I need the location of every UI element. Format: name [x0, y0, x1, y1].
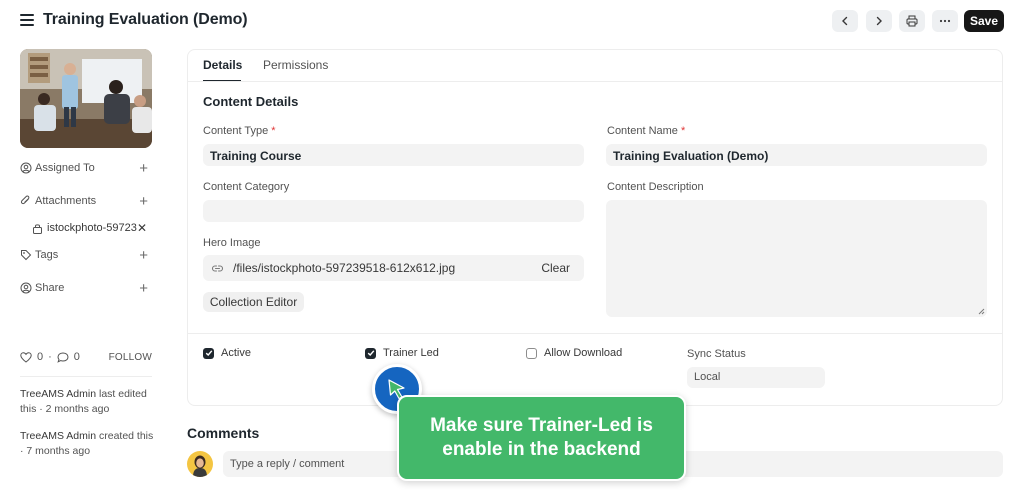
callout-text: Make sure Trainer-Led is enable in the b…	[430, 415, 653, 460]
tab-divider	[188, 81, 1002, 82]
tab-permissions[interactable]: Permissions	[263, 58, 328, 72]
active-checkbox-row[interactable]: Active	[203, 347, 251, 359]
remove-attachment-icon[interactable]: ✕	[137, 221, 147, 235]
content-description-label: Content Description	[607, 181, 704, 193]
more-button[interactable]	[932, 10, 958, 32]
save-button[interactable]: Save	[964, 10, 1004, 32]
trainer-led-checkbox-row[interactable]: Trainer Led	[365, 347, 439, 359]
active-checkbox[interactable]	[203, 347, 214, 359]
add-assignee-icon[interactable]: +	[139, 161, 148, 176]
stats-separator: ·	[48, 351, 52, 363]
hero-image-label: Hero Image	[203, 237, 261, 249]
add-share-icon[interactable]: +	[139, 281, 148, 296]
tags-row[interactable]: Tags +	[20, 246, 152, 264]
share-label: Share	[35, 282, 65, 294]
checkmark-icon	[205, 350, 212, 357]
comment-icon[interactable]	[57, 351, 69, 363]
avatar	[187, 451, 213, 477]
add-attachment-icon[interactable]: +	[139, 194, 148, 209]
likes-count: 0	[37, 351, 44, 363]
collection-editor-button[interactable]: Collection Editor	[203, 292, 304, 312]
activity-user[interactable]: TreeAMS Admin	[20, 430, 96, 442]
user-add-icon	[20, 162, 32, 174]
assigned-to-label: Assigned To	[35, 162, 95, 174]
paperclip-icon	[20, 195, 30, 205]
attachments-label: Attachments	[35, 195, 97, 207]
active-label: Active	[221, 347, 251, 359]
sync-status-label: Sync Status	[687, 348, 746, 360]
hero-image-path[interactable]: /files/istockphoto-597239518-612x612.jpg	[233, 261, 541, 275]
comments-title: Comments	[187, 425, 260, 441]
attachment-filename[interactable]: istockphoto-597239518-612x612.jpg	[47, 222, 137, 234]
sync-status-field: Local	[687, 367, 825, 388]
attachment-item[interactable]: istockphoto-597239518-612x612.jpg ✕	[32, 220, 150, 236]
content-type-field[interactable]: Training Course	[203, 144, 584, 166]
engagement-stats: 0 · 0 FOLLOW	[20, 349, 152, 365]
allow-download-checkbox-row[interactable]: Allow Download	[526, 347, 622, 359]
heart-icon[interactable]	[20, 351, 32, 363]
allow-download-checkbox[interactable]	[526, 347, 537, 359]
chevron-right-icon	[876, 16, 882, 26]
meeting-photo-image	[20, 49, 152, 148]
required-marker: *	[271, 125, 276, 137]
allow-download-label: Allow Download	[544, 347, 623, 359]
trainer-led-label: Trainer Led	[383, 347, 439, 359]
clear-hero-image-button[interactable]: Clear	[541, 261, 570, 275]
content-name-field[interactable]: Training Evaluation (Demo)	[606, 144, 987, 166]
content-type-label: Content Type *	[203, 125, 276, 137]
hero-image-thumbnail[interactable]	[20, 49, 152, 148]
content-name-label: Content Name *	[607, 125, 686, 137]
share-user-icon	[20, 282, 32, 294]
link-icon	[211, 264, 224, 272]
tags-label: Tags	[35, 249, 59, 261]
sidebar-divider	[20, 376, 152, 377]
resize-handle-icon[interactable]	[977, 307, 985, 315]
content-category-label: Content Category	[203, 181, 290, 193]
print-button[interactable]	[899, 10, 925, 32]
hero-image-field[interactable]: /files/istockphoto-597239518-612x612.jpg…	[203, 255, 584, 281]
user-avatar-image	[187, 451, 213, 477]
trainer-led-checkbox[interactable]	[365, 347, 376, 359]
page-header: Training Evaluation (Demo) Save	[0, 0, 1024, 44]
activity-item: TreeAMS Admin last edited this · 2 month…	[20, 387, 154, 417]
section-divider	[188, 333, 1002, 334]
menu-icon[interactable]	[20, 14, 34, 28]
attachments-row[interactable]: Attachments +	[20, 192, 152, 210]
content-description-field[interactable]	[606, 200, 987, 317]
required-marker: *	[681, 125, 686, 137]
previous-button[interactable]	[832, 10, 858, 32]
tag-icon	[21, 250, 32, 261]
content-category-field[interactable]	[203, 200, 584, 222]
tutorial-callout: Make sure Trainer-Led is enable in the b…	[397, 395, 686, 481]
next-button[interactable]	[866, 10, 892, 32]
lock-icon	[33, 223, 42, 234]
activity-user[interactable]: TreeAMS Admin	[20, 388, 96, 400]
activity-item: TreeAMS Admin created this · 7 months ag…	[20, 429, 154, 459]
checkmark-icon	[367, 350, 374, 357]
follow-button[interactable]: FOLLOW	[109, 352, 152, 363]
printer-icon	[906, 15, 918, 27]
page-title: Training Evaluation (Demo)	[43, 11, 248, 28]
more-horizontal-icon	[939, 19, 951, 23]
comments-count: 0	[73, 351, 80, 363]
share-row[interactable]: Share +	[20, 279, 152, 297]
section-title: Content Details	[203, 94, 299, 109]
assigned-to-row[interactable]: Assigned To +	[20, 159, 152, 177]
chevron-left-icon	[842, 16, 848, 26]
add-tag-icon[interactable]: +	[139, 248, 148, 263]
tab-details[interactable]: Details	[203, 58, 242, 72]
